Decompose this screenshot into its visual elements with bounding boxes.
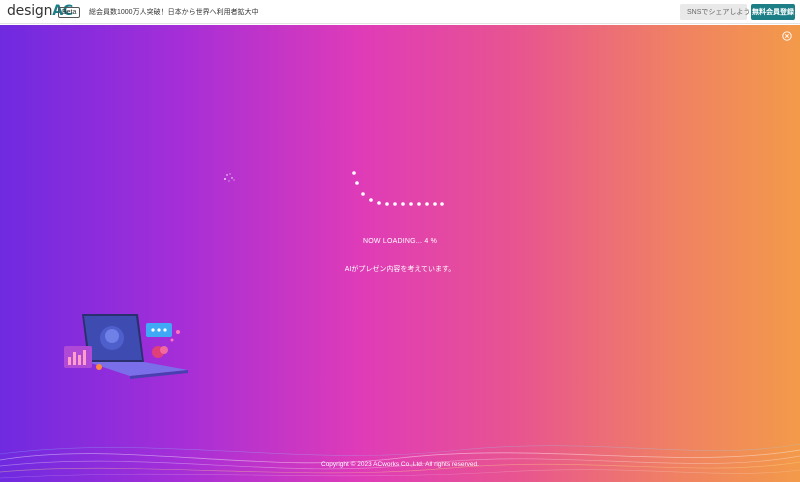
signup-button-label: 無料会員登録 bbox=[752, 9, 794, 16]
loading-spinner-icon bbox=[352, 171, 444, 206]
sparkle-spinner-icon bbox=[224, 173, 235, 182]
loading-progress-text: NOW LOADING... 4 % bbox=[363, 238, 437, 245]
signup-button[interactable]: 無料会員登録 bbox=[751, 4, 795, 20]
top-bar: designAC Beta 総会員数1000万人突破！日本から世界へ利用者拡大中… bbox=[0, 0, 800, 24]
copyright-text: Copyright © 2023 ACworks Co.,Ltd. All ri… bbox=[321, 461, 479, 468]
header-tagline: 総会員数1000万人突破！日本から世界へ利用者拡大中 bbox=[89, 9, 259, 16]
loading-overlay: NOW LOADING... 4 % AIがプレゼン内容を考えています。 Cop… bbox=[0, 25, 800, 482]
share-button[interactable]: SNSでシェアしよう! bbox=[680, 4, 752, 20]
close-circle-icon[interactable] bbox=[782, 31, 792, 41]
logo-text: design bbox=[7, 3, 53, 19]
loading-status-message: AIがプレゼン内容を考えています。 bbox=[344, 266, 456, 273]
beta-badge: Beta bbox=[58, 7, 81, 18]
ai-laptop-illustration bbox=[64, 314, 188, 379]
decorative-waves bbox=[0, 443, 800, 479]
share-button-label: SNSでシェアしよう! bbox=[687, 9, 753, 16]
